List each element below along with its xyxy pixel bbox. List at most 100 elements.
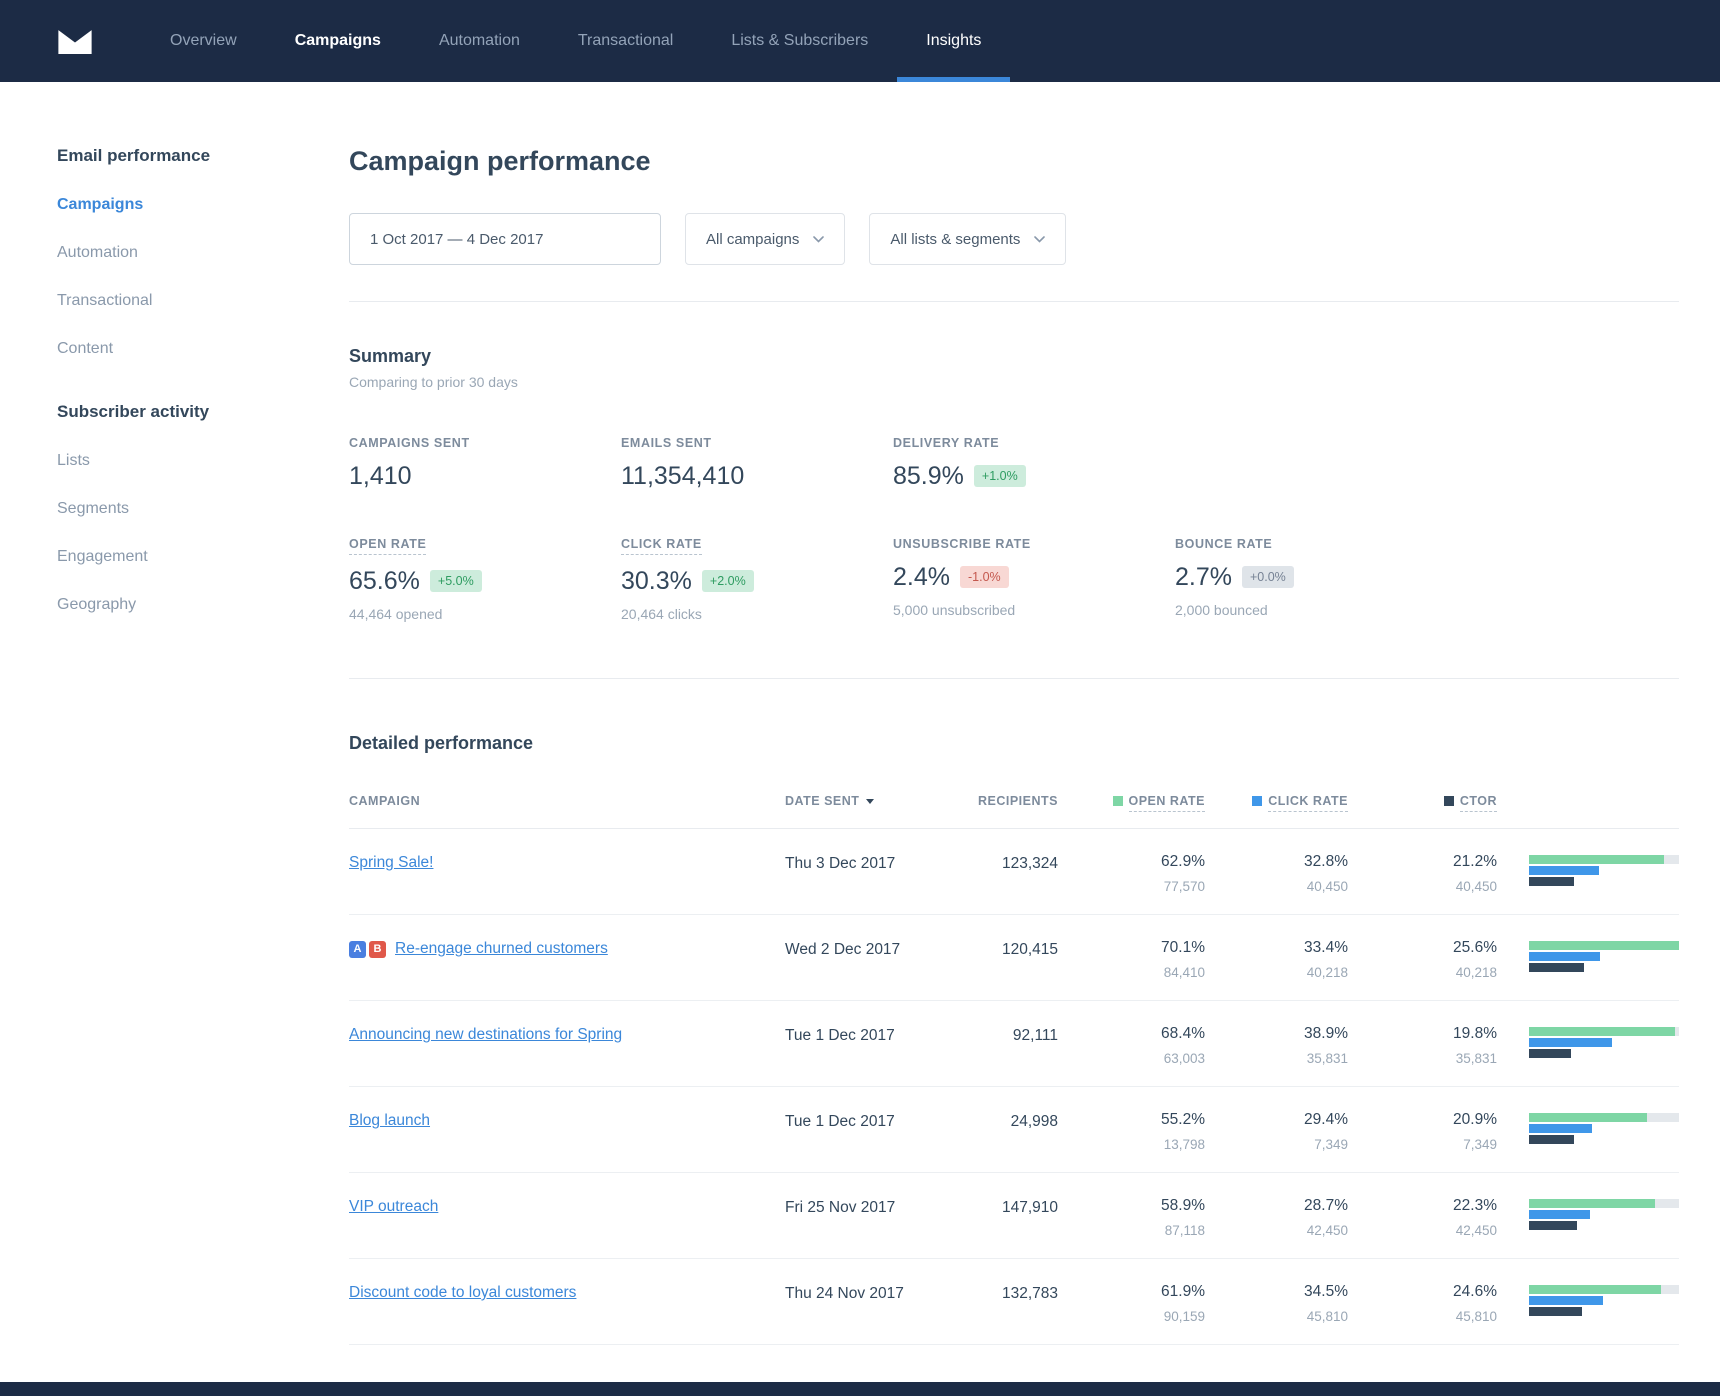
lists-segments-filter-dropdown[interactable]: All lists & segments — [869, 213, 1066, 265]
metric-value: 11,354,410 — [621, 462, 893, 491]
page-title: Campaign performance — [349, 146, 1679, 177]
table-row: VIP outreach Fri 25 Nov 2017 147,910 58.… — [349, 1173, 1679, 1259]
sidebar-item-transactional[interactable]: Transactional — [57, 292, 349, 310]
open-rate-cell: 70.1% 84,410 — [1058, 939, 1205, 980]
ctor-count: 40,218 — [1348, 965, 1497, 980]
click-rate-bar-fill — [1529, 866, 1599, 875]
summary-subtitle: Comparing to prior 30 days — [349, 374, 1679, 390]
col-date-sent[interactable]: DATE SENT — [785, 794, 935, 808]
campaign-monitor-logo[interactable] — [57, 0, 93, 82]
metric-delivery-rate: DELIVERY RATE 85.9%+1.0% — [893, 436, 1175, 491]
sidebar-item-engagement[interactable]: Engagement — [57, 548, 349, 566]
sidebar-item-lists[interactable]: Lists — [57, 452, 349, 470]
metric-label: CLICK RATE — [621, 537, 702, 555]
sidebar-item-geography[interactable]: Geography — [57, 596, 349, 614]
metric-unsubscribe-rate: UNSUBSCRIBE RATE 2.4%-1.0% 5,000 unsubsc… — [893, 537, 1175, 622]
nav-insights[interactable]: Insights — [897, 0, 1010, 82]
metric-value: 2.7%+0.0% — [1175, 563, 1679, 592]
metric-label: CAMPAIGNS SENT — [349, 436, 621, 450]
click-rate-legend-swatch — [1252, 796, 1262, 806]
click-rate-bar-fill — [1529, 1210, 1590, 1219]
campaign-cell: A B Re-engage churned customers — [349, 939, 785, 958]
campaigns-filter-dropdown[interactable]: All campaigns — [685, 213, 845, 265]
nav-automation[interactable]: Automation — [410, 0, 549, 82]
col-ctor[interactable]: CTOR — [1348, 794, 1497, 812]
col-open-rate[interactable]: OPEN RATE — [1058, 794, 1205, 812]
ctor-count: 35,831 — [1348, 1051, 1497, 1066]
sidebar-section-subscriber-activity: Subscriber activity Lists Segments Engag… — [57, 402, 349, 614]
col-recipients[interactable]: RECIPIENTS — [935, 794, 1058, 808]
click-rate-value: 38.9% — [1205, 1025, 1348, 1043]
metric-value-text: 85.9% — [893, 462, 964, 490]
ctor-bar-fill — [1529, 877, 1574, 886]
date-sent-cell: Thu 24 Nov 2017 — [785, 1283, 935, 1303]
detailed-performance-section: Detailed performance CAMPAIGN DATE SENT … — [349, 733, 1679, 1345]
nav-transactional[interactable]: Transactional — [549, 0, 702, 82]
click-rate-value: 29.4% — [1205, 1111, 1348, 1129]
campaign-link[interactable]: Discount code to loyal customers — [349, 1284, 576, 1302]
metric-value-text: 2.7% — [1175, 563, 1232, 591]
ab-variant-b-badge: B — [369, 941, 386, 958]
nav-campaigns[interactable]: Campaigns — [266, 0, 410, 82]
open-rate-bar — [1529, 1199, 1679, 1208]
open-rate-bar — [1529, 1027, 1679, 1036]
sidebar-item-campaigns[interactable]: Campaigns — [57, 196, 349, 214]
campaign-link[interactable]: Announcing new destinations for Spring — [349, 1026, 622, 1044]
open-rate-value: 61.9% — [1058, 1283, 1205, 1301]
open-rate-bar — [1529, 855, 1679, 864]
chevron-down-icon — [1034, 236, 1045, 243]
main-nav: Overview Campaigns Automation Transactio… — [141, 0, 1010, 82]
nav-overview[interactable]: Overview — [141, 0, 266, 82]
open-count: 77,570 — [1058, 879, 1205, 894]
ctor-bar — [1529, 963, 1679, 972]
open-count: 63,003 — [1058, 1051, 1205, 1066]
sidebar-section-email-performance: Email performance Campaigns Automation T… — [57, 146, 349, 358]
campaign-link[interactable]: Spring Sale! — [349, 854, 433, 872]
col-campaign[interactable]: CAMPAIGN — [349, 794, 785, 808]
campaign-link[interactable]: VIP outreach — [349, 1198, 438, 1216]
open-rate-legend-swatch — [1113, 796, 1123, 806]
open-rate-bar — [1529, 1113, 1679, 1122]
open-rate-bar — [1529, 941, 1679, 950]
click-rate-bar — [1529, 952, 1679, 961]
open-rate-bar — [1529, 1285, 1679, 1294]
ctor-cell: 25.6% 40,218 — [1348, 939, 1497, 980]
summary-section: Summary Comparing to prior 30 days CAMPA… — [349, 346, 1679, 622]
date-range-input[interactable]: 1 Oct 2017 — 4 Dec 2017 — [349, 213, 661, 265]
click-count: 35,831 — [1205, 1051, 1348, 1066]
metric-emails-sent: EMAILS SENT 11,354,410 — [621, 436, 893, 491]
ctor-cell: 20.9% 7,349 — [1348, 1111, 1497, 1152]
ctor-count: 42,450 — [1348, 1223, 1497, 1238]
sidebar-item-content[interactable]: Content — [57, 340, 349, 358]
filters-divider — [349, 301, 1679, 302]
metric-click-rate: CLICK RATE 30.3%+2.0% 20,464 clicks — [621, 537, 893, 622]
delta-badge: -1.0% — [960, 566, 1009, 588]
table-row: Discount code to loyal customers Thu 24 … — [349, 1259, 1679, 1345]
metric-sub: 44,464 opened — [349, 606, 621, 622]
ctor-cell: 19.8% 35,831 — [1348, 1025, 1497, 1066]
sidebar-item-automation[interactable]: Automation — [57, 244, 349, 262]
metric-value: 2.4%-1.0% — [893, 563, 1175, 592]
campaign-link[interactable]: Blog launch — [349, 1112, 430, 1130]
open-count: 13,798 — [1058, 1137, 1205, 1152]
table-body: Spring Sale! Thu 3 Dec 2017 123,324 62.9… — [349, 829, 1679, 1345]
click-rate-bar — [1529, 1038, 1679, 1047]
campaign-link[interactable]: Re-engage churned customers — [395, 940, 608, 958]
date-sent-cell: Thu 3 Dec 2017 — [785, 853, 935, 873]
col-click-rate[interactable]: CLICK RATE — [1205, 794, 1348, 812]
sidebar-item-segments[interactable]: Segments — [57, 500, 349, 518]
open-rate-bar-fill — [1529, 855, 1664, 864]
campaign-cell: Spring Sale! — [349, 853, 785, 872]
ctor-value: 19.8% — [1348, 1025, 1497, 1043]
metric-value: 85.9%+1.0% — [893, 462, 1175, 491]
ab-variant-a-badge: A — [349, 941, 366, 958]
metric-label: BOUNCE RATE — [1175, 537, 1679, 551]
metric-campaigns-sent: CAMPAIGNS SENT 1,410 — [349, 436, 621, 491]
click-count: 42,450 — [1205, 1223, 1348, 1238]
click-rate-bar — [1529, 1124, 1679, 1133]
ctor-count: 7,349 — [1348, 1137, 1497, 1152]
nav-lists-subscribers[interactable]: Lists & Subscribers — [702, 0, 897, 82]
ctor-count: 40,450 — [1348, 879, 1497, 894]
click-rate-value: 33.4% — [1205, 939, 1348, 957]
col-click-rate-label: CLICK RATE — [1268, 794, 1348, 812]
